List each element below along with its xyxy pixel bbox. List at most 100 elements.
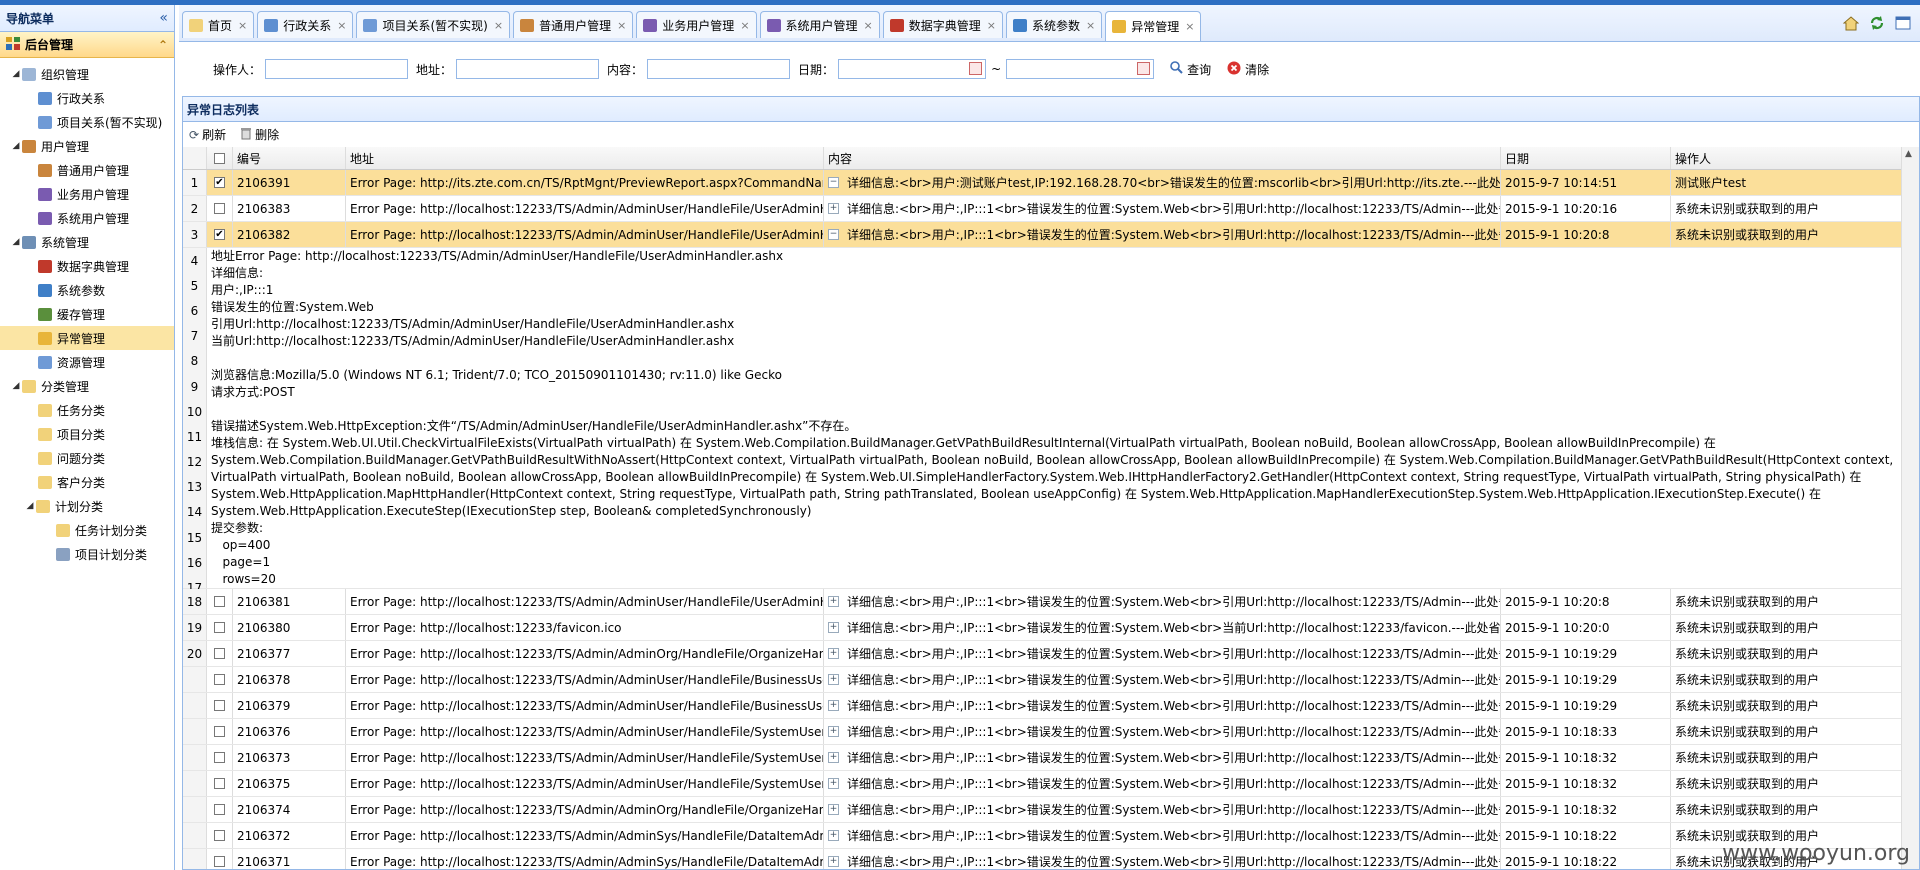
row-checkbox[interactable] bbox=[214, 726, 225, 737]
expand-toggle-icon[interactable]: + bbox=[828, 778, 839, 789]
select-all-checkbox[interactable] bbox=[214, 152, 225, 164]
sidebar-item[interactable]: 资源管理 bbox=[0, 350, 174, 374]
row-checkbox[interactable] bbox=[214, 778, 225, 789]
table-row[interactable]: 1 ✔ 2106391 Error Page: http://its.zte.com.… bbox=[183, 170, 1901, 196]
sidebar-item[interactable]: 异常管理 bbox=[0, 326, 174, 350]
end-date-field[interactable] bbox=[1006, 59, 1155, 79]
table-row[interactable]: 2106376 Error Page: http://localhost:1223… bbox=[183, 719, 1901, 745]
sidebar-item[interactable]: ◢ 分类管理 bbox=[0, 374, 174, 398]
content-input[interactable] bbox=[647, 59, 791, 79]
table-row[interactable]: 19 2106380 Error Page: http://localhost:12… bbox=[183, 615, 1901, 641]
row-checkbox[interactable] bbox=[214, 203, 225, 214]
close-tab-icon[interactable]: × bbox=[1185, 20, 1194, 33]
expanded-toggle-icon[interactable]: ◢ bbox=[10, 381, 22, 391]
row-checkbox[interactable] bbox=[214, 674, 225, 685]
sidebar-item[interactable]: 数据字典管理 bbox=[0, 254, 174, 278]
table-row[interactable]: 2106373 Error Page: http://localhost:1223… bbox=[183, 745, 1901, 771]
table-row[interactable]: 20 2106377 Error Page: http://localhost:12… bbox=[183, 641, 1901, 667]
query-button[interactable]: 查询 bbox=[1170, 61, 1211, 78]
refresh-tool-icon[interactable] bbox=[1868, 14, 1886, 32]
expanded-toggle-icon[interactable]: ◢ bbox=[24, 501, 36, 511]
sidebar-item[interactable]: ◢ 系统管理 bbox=[0, 230, 174, 254]
sidebar-section-header[interactable]: 后台管理 ⌃ bbox=[0, 32, 174, 58]
table-row[interactable]: 2106379 Error Page: http://localhost:1223… bbox=[183, 693, 1901, 719]
tab-item[interactable]: 首页 × bbox=[182, 11, 255, 38]
start-date-input[interactable] bbox=[839, 60, 968, 78]
end-date-input[interactable] bbox=[1007, 60, 1136, 78]
address-input[interactable] bbox=[456, 59, 600, 79]
table-row[interactable]: 2 2106383 Error Page: http://localhost:122… bbox=[183, 196, 1901, 222]
close-tab-icon[interactable]: × bbox=[1086, 19, 1095, 32]
sidebar-item[interactable]: 缓存管理 bbox=[0, 302, 174, 326]
expand-toggle-icon[interactable]: − bbox=[828, 229, 839, 240]
header-operator[interactable]: 操作人 bbox=[1671, 147, 1901, 169]
close-tab-icon[interactable]: × bbox=[987, 19, 996, 32]
sidebar-item[interactable]: 业务用户管理 bbox=[0, 182, 174, 206]
table-row[interactable]: 2106371 Error Page: http://localhost:1223… bbox=[183, 849, 1901, 869]
calendar-icon[interactable] bbox=[1137, 62, 1151, 75]
clear-button[interactable]: 清除 bbox=[1227, 61, 1269, 78]
start-date-field[interactable] bbox=[838, 59, 987, 79]
row-checkbox[interactable] bbox=[214, 596, 225, 607]
expand-toggle-icon[interactable]: + bbox=[828, 752, 839, 763]
sidebar-item[interactable]: 项目关系(暂不实现) bbox=[0, 110, 174, 134]
sidebar-item[interactable]: ◢ 组织管理 bbox=[0, 62, 174, 86]
row-checkbox[interactable]: ✔ bbox=[214, 229, 225, 240]
expand-toggle-icon[interactable]: + bbox=[828, 804, 839, 815]
sidebar-item[interactable]: 项目计划分类 bbox=[0, 542, 174, 566]
calendar-icon[interactable] bbox=[969, 62, 983, 75]
tab-item[interactable]: 项目关系(暂不实现) × bbox=[356, 11, 511, 38]
home-tool-icon[interactable] bbox=[1842, 14, 1860, 32]
expand-toggle-icon[interactable]: + bbox=[828, 830, 839, 841]
chevron-up-icon[interactable]: ⌃ bbox=[158, 38, 168, 52]
expanded-toggle-icon[interactable]: ◢ bbox=[10, 141, 22, 151]
row-checkbox[interactable] bbox=[214, 648, 225, 659]
tab-item[interactable]: 行政关系 × bbox=[257, 11, 354, 38]
row-checkbox[interactable] bbox=[214, 830, 225, 841]
expanded-toggle-icon[interactable]: ◢ bbox=[10, 69, 22, 79]
tab-item[interactable]: 异常管理 × bbox=[1105, 11, 1202, 41]
collapse-sidebar-icon[interactable]: « bbox=[159, 10, 168, 26]
delete-button[interactable]: 删除 bbox=[240, 126, 279, 143]
header-date[interactable]: 日期 bbox=[1501, 147, 1671, 169]
sidebar-item[interactable]: 任务分类 bbox=[0, 398, 174, 422]
sidebar-item[interactable]: ◢ 计划分类 bbox=[0, 494, 174, 518]
row-checkbox[interactable] bbox=[214, 752, 225, 763]
expand-toggle-icon[interactable]: + bbox=[828, 856, 839, 867]
table-row[interactable]: 2106374 Error Page: http://localhost:1223… bbox=[183, 797, 1901, 823]
close-tab-icon[interactable]: × bbox=[494, 19, 503, 32]
close-tab-icon[interactable]: × bbox=[238, 19, 247, 32]
expand-toggle-icon[interactable]: + bbox=[828, 648, 839, 659]
expand-toggle-icon[interactable]: − bbox=[828, 177, 839, 188]
table-row[interactable]: 2106372 Error Page: http://localhost:1223… bbox=[183, 823, 1901, 849]
table-row[interactable]: 2106375 Error Page: http://localhost:1223… bbox=[183, 771, 1901, 797]
row-checkbox[interactable] bbox=[214, 622, 225, 633]
refresh-button[interactable]: ⟳ 刷新 bbox=[189, 126, 226, 143]
tab-item[interactable]: 业务用户管理 × bbox=[636, 11, 757, 38]
tab-item[interactable]: 数据字典管理 × bbox=[882, 11, 1003, 38]
vertical-scrollbar[interactable]: ▲ bbox=[1901, 147, 1919, 869]
table-row[interactable]: 2106378 Error Page: http://localhost:1223… bbox=[183, 667, 1901, 693]
expanded-toggle-icon[interactable]: ◢ bbox=[10, 237, 22, 247]
tab-item[interactable]: 普通用户管理 × bbox=[513, 11, 634, 38]
sidebar-item[interactable]: 客户分类 bbox=[0, 470, 174, 494]
window-tool-icon[interactable] bbox=[1894, 14, 1912, 32]
header-address[interactable]: 地址 bbox=[346, 147, 824, 169]
close-tab-icon[interactable]: × bbox=[740, 19, 749, 32]
expand-toggle-icon[interactable]: + bbox=[828, 726, 839, 737]
sidebar-item[interactable]: 行政关系 bbox=[0, 86, 174, 110]
expand-toggle-icon[interactable]: + bbox=[828, 622, 839, 633]
expand-toggle-icon[interactable]: + bbox=[828, 203, 839, 214]
scroll-up-icon[interactable]: ▲ bbox=[1905, 149, 1912, 159]
sidebar-item[interactable]: 普通用户管理 bbox=[0, 158, 174, 182]
sidebar-item[interactable]: 系统用户管理 bbox=[0, 206, 174, 230]
tab-item[interactable]: 系统用户管理 × bbox=[759, 11, 880, 38]
operator-input[interactable] bbox=[265, 59, 409, 79]
sidebar-item[interactable]: 系统参数 bbox=[0, 278, 174, 302]
row-checkbox[interactable] bbox=[214, 856, 225, 867]
close-tab-icon[interactable]: × bbox=[337, 19, 346, 32]
sidebar-item[interactable]: 问题分类 bbox=[0, 446, 174, 470]
close-tab-icon[interactable]: × bbox=[864, 19, 873, 32]
sidebar-item[interactable]: 项目分类 bbox=[0, 422, 174, 446]
sidebar-item[interactable]: ◢ 用户管理 bbox=[0, 134, 174, 158]
